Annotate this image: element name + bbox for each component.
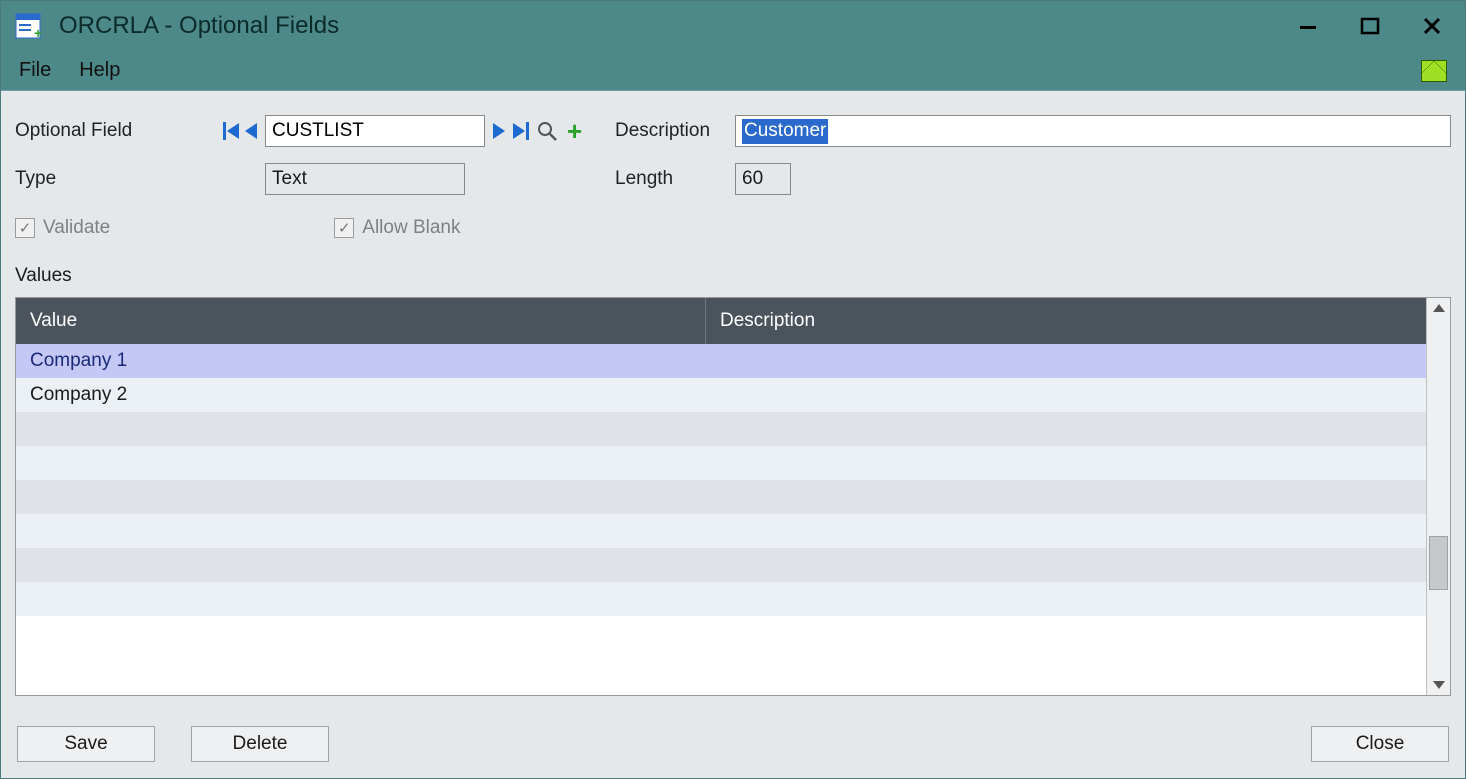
table-row[interactable] — [16, 446, 1426, 480]
table-row[interactable] — [16, 514, 1426, 548]
delete-button[interactable]: Delete — [191, 726, 329, 762]
menu-file[interactable]: File — [19, 59, 51, 82]
new-record-icon[interactable]: + — [565, 118, 584, 144]
validate-checkbox[interactable] — [15, 218, 35, 238]
window-root: + ORCRLA - Optional Fields File Help — [0, 0, 1466, 779]
close-form-button[interactable]: Close — [1311, 726, 1449, 762]
nav-next-icon[interactable] — [493, 123, 505, 139]
window-title: ORCRLA - Optional Fields — [59, 12, 1295, 40]
description-input[interactable] — [735, 115, 1451, 147]
values-section-label: Values — [15, 265, 1451, 287]
svg-text:+: + — [34, 25, 41, 39]
minimize-button[interactable] — [1295, 13, 1321, 39]
optional-field-input[interactable] — [265, 115, 485, 147]
mail-icon[interactable] — [1421, 60, 1447, 82]
table-row[interactable] — [16, 412, 1426, 446]
menubar: File Help — [1, 51, 1465, 91]
cell-description[interactable] — [706, 344, 1426, 378]
table-row[interactable] — [16, 548, 1426, 582]
column-description[interactable]: Description — [706, 298, 1426, 344]
values-grid: Value Description Company 1 Company 2 — [15, 297, 1451, 696]
allow-blank-label: Allow Blank — [362, 217, 460, 239]
cell-value[interactable]: Company 1 — [16, 344, 706, 378]
type-label: Type — [15, 168, 195, 190]
menu-help[interactable]: Help — [79, 59, 120, 82]
table-row[interactable]: Company 2 — [16, 378, 1426, 412]
maximize-button[interactable] — [1357, 13, 1383, 39]
validate-label: Validate — [43, 217, 110, 239]
optional-field-label: Optional Field — [15, 120, 195, 142]
finder-icon[interactable] — [537, 121, 557, 141]
grid-rows: Company 1 Company 2 — [16, 344, 1426, 616]
form-area: Optional Field + — [1, 91, 1465, 778]
type-value: Text — [265, 163, 465, 195]
app-icon: + — [15, 13, 41, 39]
table-row[interactable] — [16, 582, 1426, 616]
allow-blank-checkbox[interactable] — [334, 218, 354, 238]
nav-first-icon[interactable] — [223, 122, 239, 140]
table-row[interactable] — [16, 480, 1426, 514]
cell-value[interactable]: Company 2 — [16, 378, 706, 412]
table-row[interactable]: Company 1 — [16, 344, 1426, 378]
nav-last-icon[interactable] — [513, 122, 529, 140]
scroll-up-icon[interactable] — [1433, 304, 1445, 312]
cell-description[interactable] — [706, 378, 1426, 412]
titlebar: + ORCRLA - Optional Fields — [1, 1, 1465, 51]
length-value: 60 — [735, 163, 791, 195]
description-label: Description — [615, 120, 735, 142]
scroll-down-icon[interactable] — [1433, 681, 1445, 689]
grid-scrollbar[interactable] — [1426, 298, 1450, 695]
nav-prev-icon[interactable] — [245, 123, 257, 139]
column-value[interactable]: Value — [16, 298, 706, 344]
scroll-thumb[interactable] — [1429, 536, 1448, 590]
save-button[interactable]: Save — [17, 726, 155, 762]
length-label: Length — [615, 168, 735, 190]
close-button[interactable] — [1419, 13, 1445, 39]
